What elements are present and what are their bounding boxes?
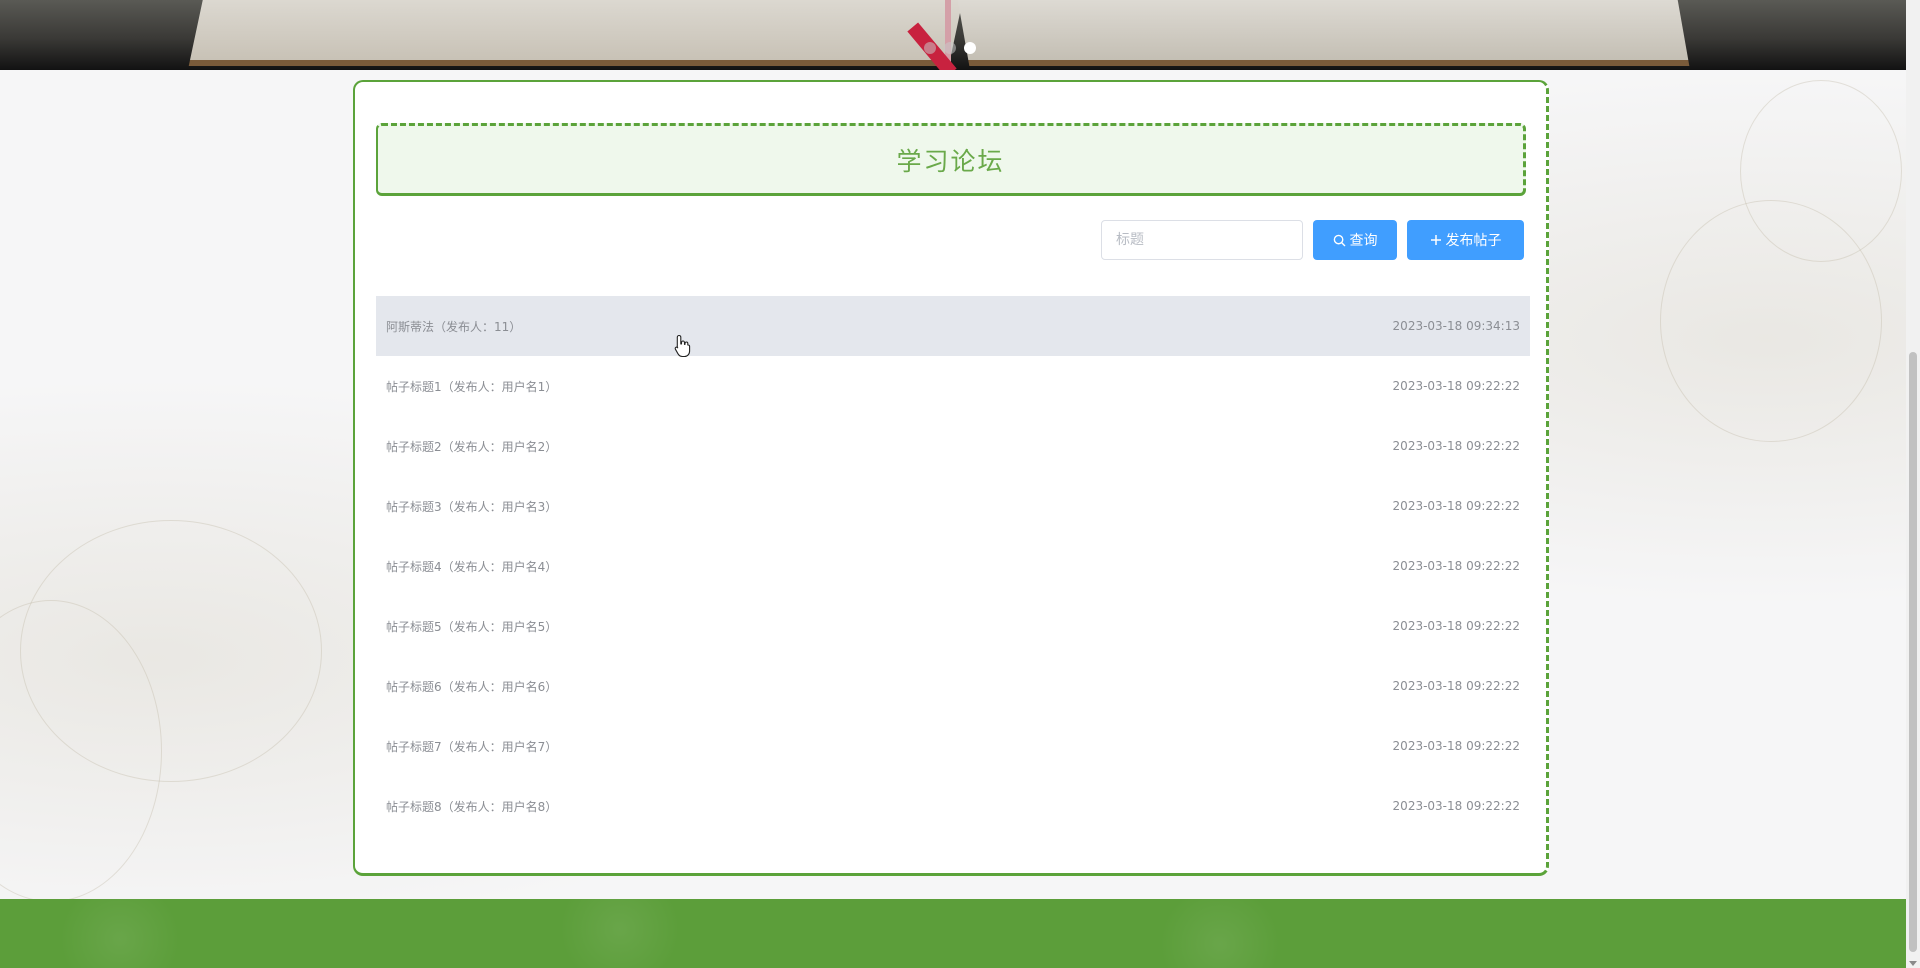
post-list: 阿斯蒂法（发布人：11） 2023-03-18 09:34:13 帖子标题1（发… (376, 296, 1530, 836)
search-icon (1333, 234, 1346, 247)
page-title: 学习论坛 (896, 146, 1005, 176)
list-item[interactable]: 帖子标题7（发布人：用户名7） 2023-03-18 09:22:22 (376, 716, 1530, 776)
post-title: 帖子标题4（发布人：用户名4） (386, 559, 558, 574)
post-title: 帖子标题2（发布人：用户名2） (386, 439, 558, 454)
page-scrollbar[interactable] (1906, 0, 1920, 968)
carousel-dot-1[interactable] (924, 42, 936, 54)
carousel-banner[interactable] (0, 0, 1906, 70)
book-page-right (950, 0, 1690, 66)
forum-panel: 学习论坛 查询 发布帖子 (353, 80, 1549, 876)
list-item[interactable]: 帖子标题5（发布人：用户名5） 2023-03-18 09:22:22 (376, 596, 1530, 656)
book-page-left (188, 0, 972, 66)
list-item[interactable]: 帖子标题4（发布人：用户名4） 2023-03-18 09:22:22 (376, 536, 1530, 596)
carousel-dot-2[interactable] (944, 42, 956, 54)
post-time: 2023-03-18 09:22:22 (1392, 679, 1520, 693)
list-item[interactable]: 帖子标题2（发布人：用户名2） 2023-03-18 09:22:22 (376, 416, 1530, 476)
post-title: 帖子标题1（发布人：用户名1） (386, 379, 558, 394)
page: 学习论坛 查询 发布帖子 (0, 0, 1920, 968)
query-button-label: 查询 (1349, 233, 1378, 249)
search-input[interactable] (1101, 220, 1303, 260)
hand-cursor-icon (674, 334, 692, 358)
query-button[interactable]: 查询 (1313, 220, 1397, 260)
add-post-button[interactable]: 发布帖子 (1407, 220, 1524, 260)
post-time: 2023-03-18 09:22:22 (1392, 439, 1520, 453)
post-time: 2023-03-18 09:22:22 (1392, 559, 1520, 573)
list-item[interactable]: 帖子标题1（发布人：用户名1） 2023-03-18 09:22:22 (376, 356, 1530, 416)
post-time: 2023-03-18 09:22:22 (1392, 739, 1520, 753)
footer (0, 899, 1906, 968)
post-time: 2023-03-18 09:22:22 (1392, 799, 1520, 813)
lotus-decoration-right-2 (1740, 80, 1902, 262)
post-title: 帖子标题6（发布人：用户名6） (386, 679, 558, 694)
forum-title-box: 学习论坛 (376, 123, 1526, 196)
scroll-down-arrow-icon[interactable] (1909, 961, 1917, 966)
post-title: 帖子标题8（发布人：用户名8） (386, 799, 558, 814)
post-time: 2023-03-18 09:22:22 (1392, 499, 1520, 513)
list-item[interactable]: 帖子标题6（发布人：用户名6） 2023-03-18 09:22:22 (376, 656, 1530, 716)
scrollbar-thumb[interactable] (1909, 352, 1917, 952)
post-time: 2023-03-18 09:22:22 (1392, 379, 1520, 393)
carousel-indicators (924, 42, 976, 54)
post-time: 2023-03-18 09:22:22 (1392, 619, 1520, 633)
plus-icon (1430, 234, 1442, 246)
list-item[interactable]: 帖子标题3（发布人：用户名3） 2023-03-18 09:22:22 (376, 476, 1530, 536)
post-title: 帖子标题7（发布人：用户名7） (386, 739, 558, 754)
list-item[interactable]: 阿斯蒂法（发布人：11） 2023-03-18 09:34:13 (376, 296, 1530, 356)
carousel-dot-3[interactable] (964, 42, 976, 54)
post-title: 帖子标题5（发布人：用户名5） (386, 619, 558, 634)
search-bar: 查询 发布帖子 (1101, 220, 1524, 260)
list-item[interactable]: 帖子标题8（发布人：用户名8） 2023-03-18 09:22:22 (376, 776, 1530, 836)
post-time: 2023-03-18 09:34:13 (1392, 319, 1520, 333)
add-post-button-label: 发布帖子 (1445, 233, 1502, 249)
post-title: 阿斯蒂法（发布人：11） (386, 319, 522, 334)
post-title: 帖子标题3（发布人：用户名3） (386, 499, 558, 514)
